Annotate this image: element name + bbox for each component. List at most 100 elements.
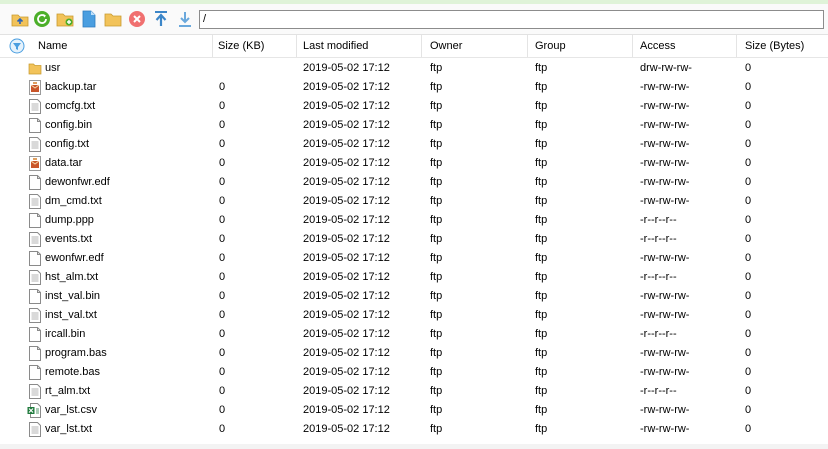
file-last-modified: 2019-05-02 17:12 [303,214,390,226]
refresh-button[interactable] [33,10,51,28]
file-size-bytes: 0 [745,328,752,340]
file-icon [29,365,41,380]
file-owner: ftp [430,62,443,74]
file-row[interactable]: rt_alm.txt 0 2019-05-02 17:12 ftp ftp -r--r--… [0,382,828,401]
file-size-bytes: 0 [745,366,752,378]
file-group: ftp [535,157,548,169]
path-input[interactable]: / [199,10,824,29]
excel-csv-icon [27,403,41,418]
file-row[interactable]: dm_cmd.txt 0 2019-05-02 17:12 ftp ftp -rw-rw-… [0,192,828,211]
file-icon [29,327,41,342]
text-file-icon [29,232,41,247]
file-size-bytes: 0 [745,271,752,283]
file-row[interactable]: comcfg.txt 0 2019-05-02 17:12 ftp ftp -rw-rw-… [0,97,828,116]
file-name: dump.ppp [45,214,94,226]
column-divider[interactable] [421,35,422,57]
column-divider[interactable] [632,35,633,57]
refresh-icon [34,11,50,27]
file-row[interactable]: usr 2019-05-02 17:12 ftp ftp drw-rw-rw- 0 [0,59,828,78]
file-row[interactable]: events.txt 0 2019-05-02 17:12 ftp ftp -r--r--… [0,230,828,249]
file-row[interactable]: dewonfwr.edf 0 2019-05-02 17:12 ftp ftp -rw-r… [0,173,828,192]
file-row[interactable]: var_lst.txt 0 2019-05-02 17:12 ftp ftp -rw-rw… [0,420,828,439]
file-group: ftp [535,252,548,264]
folder-up-button[interactable] [11,10,29,28]
download-button[interactable] [176,10,194,28]
file-owner: ftp [430,233,443,245]
file-group: ftp [535,62,548,74]
upload-button[interactable] [152,10,170,28]
delete-button[interactable] [128,10,146,28]
file-name: comcfg.txt [45,100,96,112]
file-access: -r--r--r-- [640,214,677,226]
file-row[interactable]: hst_alm.txt 0 2019-05-02 17:12 ftp ftp -r--r-… [0,268,828,287]
file-size-kb: 0 [219,271,226,283]
column-header-size-bytes[interactable]: Size (Bytes) [745,35,804,57]
text-file-icon [29,194,41,209]
file-row[interactable]: inst_val.bin 0 2019-05-02 17:12 ftp ftp -rw-r… [0,287,828,306]
file-size-kb: 0 [219,423,226,435]
column-header-group[interactable]: Group [535,35,566,57]
file-row[interactable]: program.bas 0 2019-05-02 17:12 ftp ftp -rw-rw… [0,344,828,363]
file-name: data.tar [45,157,83,169]
file-last-modified: 2019-05-02 17:12 [303,423,390,435]
file-row[interactable]: ewonfwr.edf 0 2019-05-02 17:12 ftp ftp -rw-rw… [0,249,828,268]
file-name: config.txt [45,138,90,150]
file-name: backup.tar [45,81,97,93]
file-group: ftp [535,404,548,416]
file-owner: ftp [430,309,443,321]
archive-icon [29,80,41,95]
file-size-kb: 0 [219,252,226,264]
file-size-bytes: 0 [745,119,752,131]
file-row[interactable]: config.bin 0 2019-05-02 17:12 ftp ftp -rw-rw-… [0,116,828,135]
file-row[interactable]: data.tar 0 2019-05-02 17:12 ftp ftp -rw-rw-rw… [0,154,828,173]
column-divider[interactable] [212,35,213,57]
file-size-kb: 0 [219,290,226,302]
file-last-modified: 2019-05-02 17:12 [303,233,390,245]
file-row[interactable]: dump.ppp 0 2019-05-02 17:12 ftp ftp -r--r--r-… [0,211,828,230]
file-name: program.bas [45,347,107,359]
column-header-access[interactable]: Access [640,35,675,57]
file-group: ftp [535,309,548,321]
file-size-bytes: 0 [745,290,752,302]
file-last-modified: 2019-05-02 17:12 [303,119,390,131]
column-divider[interactable] [527,35,528,57]
file-row[interactable]: config.txt 0 2019-05-02 17:12 ftp ftp -rw-rw-… [0,135,828,154]
file-name: dm_cmd.txt [45,195,102,207]
file-last-modified: 2019-05-02 17:12 [303,176,390,188]
column-header-last-modified[interactable]: Last modified [303,35,368,57]
column-divider[interactable] [736,35,737,57]
file-size-kb: 0 [219,157,226,169]
file-owner: ftp [430,366,443,378]
file-access: -rw-rw-rw- [640,366,690,378]
file-size-bytes: 0 [745,176,752,188]
file-last-modified: 2019-05-02 17:12 [303,366,390,378]
file-size-bytes: 0 [745,347,752,359]
archive-icon [29,156,41,171]
file-name: rt_alm.txt [45,385,91,397]
file-last-modified: 2019-05-02 17:12 [303,62,390,74]
column-header-name[interactable]: Name [38,35,67,57]
folder-up-icon [11,14,29,27]
column-header-size-kb[interactable]: Size (KB) [218,35,264,57]
file-last-modified: 2019-05-02 17:12 [303,138,390,150]
file-row[interactable]: var_lst.csv 0 2019-05-02 17:12 ftp ftp -rw-rw… [0,401,828,420]
column-divider[interactable] [296,35,297,57]
new-file-button[interactable] [80,10,98,28]
new-folder-button[interactable] [56,10,74,28]
select-all-icon[interactable] [9,38,25,54]
file-last-modified: 2019-05-02 17:12 [303,404,390,416]
file-row[interactable]: inst_val.txt 0 2019-05-02 17:12 ftp ftp -rw-r… [0,306,828,325]
open-folder-button[interactable] [104,10,122,28]
file-row[interactable]: backup.tar 0 2019-05-02 17:12 ftp ftp -rw-rw-… [0,78,828,97]
column-header-owner[interactable]: Owner [430,35,462,57]
file-owner: ftp [430,271,443,283]
folder-icon [28,61,42,76]
file-row[interactable]: ircall.bin 0 2019-05-02 17:12 ftp ftp -r--r--… [0,325,828,344]
file-access: -rw-rw-rw- [640,309,690,321]
file-group: ftp [535,100,548,112]
file-owner: ftp [430,119,443,131]
file-size-kb: 0 [219,233,226,245]
file-group: ftp [535,176,548,188]
file-last-modified: 2019-05-02 17:12 [303,271,390,283]
file-row[interactable]: remote.bas 0 2019-05-02 17:12 ftp ftp -rw-rw-… [0,363,828,382]
